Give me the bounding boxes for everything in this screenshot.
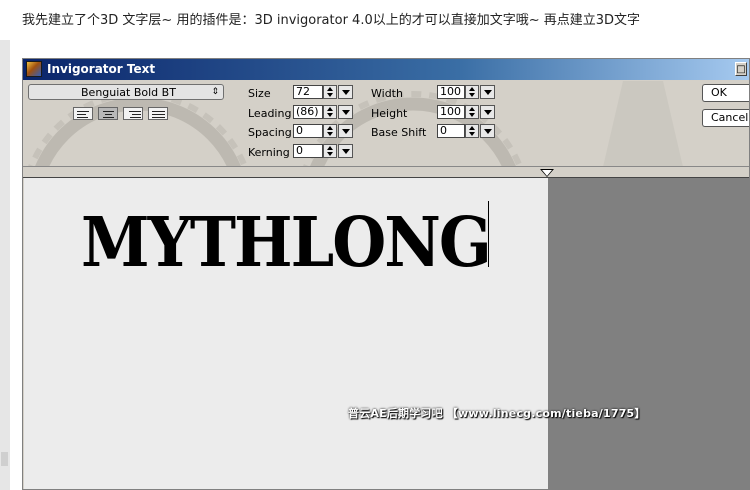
text-ruler [23,167,749,178]
align-justify-button[interactable] [148,107,168,120]
width-spinner[interactable] [465,85,479,99]
kerning-field[interactable]: 0 [293,144,323,158]
base-shift-dropdown[interactable] [480,124,495,138]
canvas-text[interactable]: MYTHLONG [81,208,492,277]
leading-dropdown[interactable] [338,105,353,119]
height-field[interactable]: 100 [437,105,465,119]
page-left-bar [0,40,10,490]
leading-label: Leading [248,107,292,120]
window-title: Invigorator Text [47,62,156,76]
kerning-label: Kerning [248,146,290,159]
align-center-button[interactable] [98,107,118,120]
width-label: Width [371,87,403,100]
font-selector-value: Benguiat Bold BT [81,86,176,99]
width-dropdown[interactable] [480,85,495,99]
canvas-outside-area [548,178,749,489]
size-spinner[interactable] [323,85,337,99]
ok-button[interactable]: OK [702,84,749,102]
post-caption: 我先建立了个3D 文字层~ 用的插件是：3D invigorator 4.0以上… [22,13,641,28]
base-shift-field[interactable]: 0 [437,124,465,138]
invigorator-text-window: Invigorator Text □ Benguiat Bold BT ⇕ Si… [22,58,750,490]
align-right-button[interactable] [123,107,143,120]
leading-spinner[interactable] [323,105,337,119]
margin-marker-inner [542,170,552,176]
spacing-field[interactable]: 0 [293,124,323,138]
spacing-dropdown[interactable] [338,124,353,138]
size-label: Size [248,87,271,100]
kerning-spinner[interactable] [323,144,337,158]
window-close-icon[interactable]: □ [735,62,747,76]
height-spinner[interactable] [465,105,479,119]
size-field[interactable]: 72 [293,85,323,99]
align-left-button[interactable] [73,107,93,120]
kerning-dropdown[interactable] [338,144,353,158]
page-left-bar-marker [1,452,8,466]
spacing-label: Spacing [248,126,292,139]
base-shift-label: Base Shift [371,126,427,139]
title-bar[interactable]: Invigorator Text □ [23,59,749,80]
updown-arrow-icon: ⇕ [211,87,219,97]
font-selector[interactable]: Benguiat Bold BT ⇕ [28,84,224,100]
leading-field[interactable]: (86) [293,105,323,119]
text-cursor [488,201,489,267]
app-icon [26,61,42,77]
size-dropdown[interactable] [338,85,353,99]
width-field[interactable]: 100 [437,85,465,99]
cancel-button[interactable]: Cancel [702,109,749,127]
spacing-spinner[interactable] [323,124,337,138]
height-dropdown[interactable] [480,105,495,119]
watermark: 普云AE后期学习吧 【www.linecg.com/tieba/1775】 [348,407,646,420]
base-shift-spinner[interactable] [465,124,479,138]
height-label: Height [371,107,408,120]
